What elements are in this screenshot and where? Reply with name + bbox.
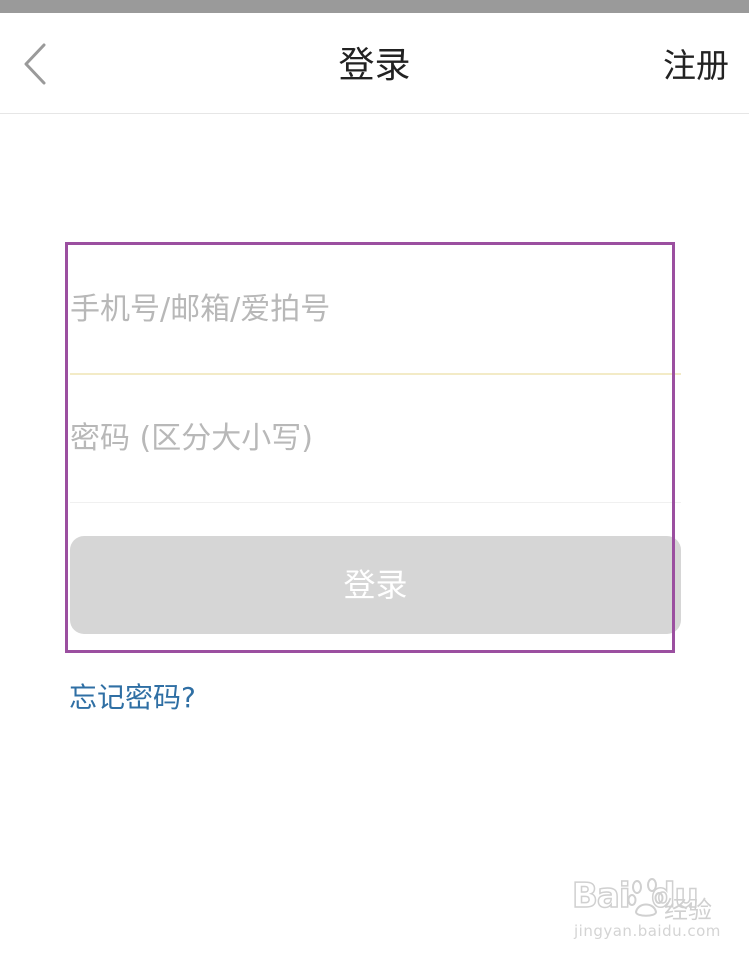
watermark-url: jingyan.baidu.com — [574, 922, 721, 940]
page-title: 登录 — [338, 45, 411, 86]
navigation-bar: 登录 注册 — [0, 13, 749, 114]
status-bar — [0, 0, 749, 13]
watermark: Bai du 经验 jingyan.baidu.com — [571, 875, 722, 946]
paw-icon — [628, 878, 664, 917]
forgot-password-link[interactable]: 忘记密码? — [69, 676, 196, 720]
register-button[interactable]: 注册 — [663, 41, 729, 91]
watermark-jingyan: 经验 — [664, 896, 712, 924]
highlight-annotation-box — [65, 242, 675, 653]
